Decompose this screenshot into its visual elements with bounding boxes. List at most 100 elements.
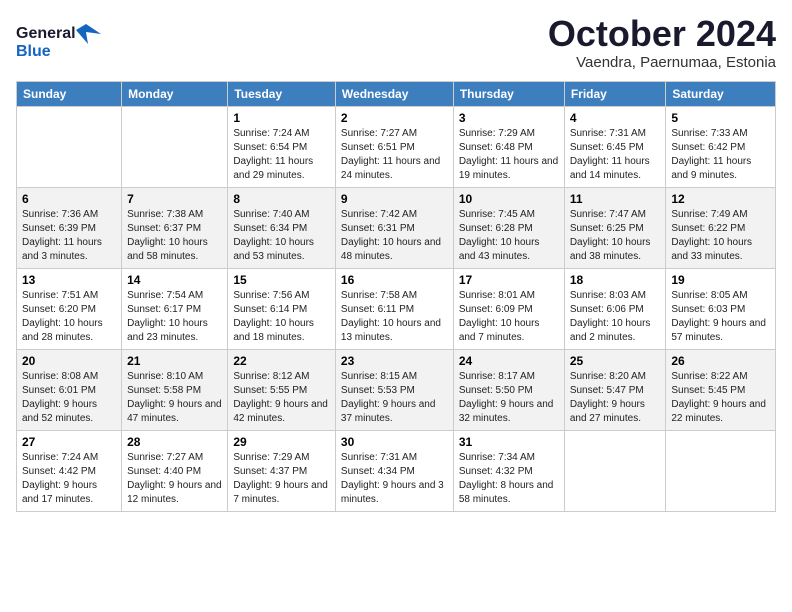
- day-info: Sunrise: 7:45 AMSunset: 6:28 PMDaylight:…: [459, 208, 559, 264]
- day-cell: 17 Sunrise: 8:01 AMSunset: 6:09 PMDayligh…: [453, 269, 564, 350]
- day-number: 23: [341, 354, 448, 368]
- day-info: Sunrise: 8:12 AMSunset: 5:55 PMDaylight:…: [233, 370, 330, 426]
- day-info: Sunrise: 7:49 AMSunset: 6:22 PMDaylight:…: [671, 208, 770, 264]
- header-day-friday: Friday: [564, 82, 666, 107]
- day-cell: 28 Sunrise: 7:27 AMSunset: 4:40 PMDayligh…: [122, 431, 228, 512]
- day-cell: [17, 107, 122, 188]
- day-number: 12: [671, 192, 770, 206]
- month-title: October 2024: [548, 16, 776, 52]
- week-row-5: 27 Sunrise: 7:24 AMSunset: 4:42 PMDayligh…: [17, 431, 776, 512]
- day-info: Sunrise: 7:29 AMSunset: 4:37 PMDaylight:…: [233, 451, 330, 507]
- day-number: 21: [127, 354, 222, 368]
- location-subtitle: Vaendra, Paernumaa, Estonia: [548, 54, 776, 71]
- svg-text:Blue: Blue: [16, 43, 51, 60]
- day-info: Sunrise: 8:15 AMSunset: 5:53 PMDaylight:…: [341, 370, 448, 426]
- day-cell: 31 Sunrise: 7:34 AMSunset: 4:32 PMDayligh…: [453, 431, 564, 512]
- day-info: Sunrise: 7:31 AMSunset: 6:45 PMDaylight:…: [570, 127, 661, 183]
- day-cell: 16Sunrise: 7:58 AMSunset: 6:11 PMDayligh…: [335, 269, 453, 350]
- day-number: 28: [127, 435, 222, 449]
- day-number: 3: [459, 111, 559, 125]
- day-cell: 8Sunrise: 7:40 AMSunset: 6:34 PMDaylight…: [228, 188, 336, 269]
- day-info: Sunrise: 8:03 AMSunset: 6:06 PMDaylight:…: [570, 289, 661, 345]
- day-cell: 7Sunrise: 7:38 AMSunset: 6:37 PMDaylight…: [122, 188, 228, 269]
- day-info: Sunrise: 7:56 AMSunset: 6:14 PMDaylight:…: [233, 289, 330, 345]
- day-cell: 15 Sunrise: 7:56 AMSunset: 6:14 PMDayligh…: [228, 269, 336, 350]
- header-row: SundayMondayTuesdayWednesdayThursdayFrid…: [17, 82, 776, 107]
- day-info: Sunrise: 7:31 AMSunset: 4:34 PMDaylight:…: [341, 451, 448, 507]
- day-info: Sunrise: 7:38 AMSunset: 6:37 PMDaylight:…: [127, 208, 222, 264]
- header-day-tuesday: Tuesday: [228, 82, 336, 107]
- day-number: 17: [459, 273, 559, 287]
- day-cell: 12 Sunrise: 7:49 AMSunset: 6:22 PMDayligh…: [666, 188, 776, 269]
- day-cell: 11Sunrise: 7:47 AMSunset: 6:25 PMDayligh…: [564, 188, 666, 269]
- day-cell: 25 Sunrise: 8:20 AMSunset: 5:47 PMDayligh…: [564, 350, 666, 431]
- day-number: 5: [671, 111, 770, 125]
- day-info: Sunrise: 8:17 AMSunset: 5:50 PMDaylight:…: [459, 370, 559, 426]
- day-cell: 18Sunrise: 8:03 AMSunset: 6:06 PMDayligh…: [564, 269, 666, 350]
- title-area: October 2024 Vaendra, Paernumaa, Estonia: [548, 16, 776, 71]
- day-number: 30: [341, 435, 448, 449]
- day-info: Sunrise: 7:36 AMSunset: 6:39 PMDaylight:…: [22, 208, 116, 264]
- day-cell: 1 Sunrise: 7:24 AMSunset: 6:54 PMDaylight…: [228, 107, 336, 188]
- day-cell: 30 Sunrise: 7:31 AMSunset: 4:34 PMDayligh…: [335, 431, 453, 512]
- day-number: 24: [459, 354, 559, 368]
- day-cell: 9 Sunrise: 7:42 AMSunset: 6:31 PMDaylight…: [335, 188, 453, 269]
- day-cell: 14 Sunrise: 7:54 AMSunset: 6:17 PMDayligh…: [122, 269, 228, 350]
- day-info: Sunrise: 7:42 AMSunset: 6:31 PMDaylight:…: [341, 208, 448, 264]
- day-info: Sunrise: 8:22 AMSunset: 5:45 PMDaylight:…: [671, 370, 770, 426]
- day-cell: 26Sunrise: 8:22 AMSunset: 5:45 PMDayligh…: [666, 350, 776, 431]
- day-number: 2: [341, 111, 448, 125]
- day-number: 1: [233, 111, 330, 125]
- day-cell: 2 Sunrise: 7:27 AMSunset: 6:51 PMDaylight…: [335, 107, 453, 188]
- day-info: Sunrise: 7:29 AMSunset: 6:48 PMDaylight:…: [459, 127, 559, 183]
- day-number: 11: [570, 192, 661, 206]
- day-number: 29: [233, 435, 330, 449]
- day-number: 25: [570, 354, 661, 368]
- calendar-table: SundayMondayTuesdayWednesdayThursdayFrid…: [16, 81, 776, 512]
- day-info: Sunrise: 8:01 AMSunset: 6:09 PMDaylight:…: [459, 289, 559, 345]
- day-number: 31: [459, 435, 559, 449]
- day-number: 27: [22, 435, 116, 449]
- day-cell: 24 Sunrise: 8:17 AMSunset: 5:50 PMDayligh…: [453, 350, 564, 431]
- header-day-sunday: Sunday: [17, 82, 122, 107]
- day-info: Sunrise: 7:54 AMSunset: 6:17 PMDaylight:…: [127, 289, 222, 345]
- day-info: Sunrise: 7:34 AMSunset: 4:32 PMDaylight:…: [459, 451, 559, 507]
- day-number: 15: [233, 273, 330, 287]
- header-day-wednesday: Wednesday: [335, 82, 453, 107]
- day-cell: 6 Sunrise: 7:36 AMSunset: 6:39 PMDaylight…: [17, 188, 122, 269]
- day-info: Sunrise: 8:05 AMSunset: 6:03 PMDaylight:…: [671, 289, 770, 345]
- day-cell: 27 Sunrise: 7:24 AMSunset: 4:42 PMDayligh…: [17, 431, 122, 512]
- day-info: Sunrise: 7:27 AMSunset: 4:40 PMDaylight:…: [127, 451, 222, 507]
- day-info: Sunrise: 7:24 AMSunset: 4:42 PMDaylight:…: [22, 451, 116, 507]
- day-number: 22: [233, 354, 330, 368]
- day-info: Sunrise: 7:24 AMSunset: 6:54 PMDaylight:…: [233, 127, 330, 183]
- day-cell: 29 Sunrise: 7:29 AMSunset: 4:37 PMDayligh…: [228, 431, 336, 512]
- day-info: Sunrise: 8:08 AMSunset: 6:01 PMDaylight:…: [22, 370, 116, 426]
- day-number: 4: [570, 111, 661, 125]
- day-number: 6: [22, 192, 116, 206]
- day-number: 20: [22, 354, 116, 368]
- day-info: Sunrise: 7:40 AMSunset: 6:34 PMDaylight:…: [233, 208, 330, 264]
- day-info: Sunrise: 8:10 AMSunset: 5:58 PMDaylight:…: [127, 370, 222, 426]
- day-cell: 10 Sunrise: 7:45 AMSunset: 6:28 PMDayligh…: [453, 188, 564, 269]
- week-row-1: 1 Sunrise: 7:24 AMSunset: 6:54 PMDaylight…: [17, 107, 776, 188]
- header-day-saturday: Saturday: [666, 82, 776, 107]
- svg-text:General: General: [16, 25, 76, 42]
- day-info: Sunrise: 7:51 AMSunset: 6:20 PMDaylight:…: [22, 289, 116, 345]
- day-info: Sunrise: 7:27 AMSunset: 6:51 PMDaylight:…: [341, 127, 448, 183]
- header-day-monday: Monday: [122, 82, 228, 107]
- day-cell: 3 Sunrise: 7:29 AMSunset: 6:48 PMDaylight…: [453, 107, 564, 188]
- day-cell: 4 Sunrise: 7:31 AMSunset: 6:45 PMDaylight…: [564, 107, 666, 188]
- day-number: 14: [127, 273, 222, 287]
- day-cell: [564, 431, 666, 512]
- day-cell: 19 Sunrise: 8:05 AMSunset: 6:03 PMDayligh…: [666, 269, 776, 350]
- day-info: Sunrise: 8:20 AMSunset: 5:47 PMDaylight:…: [570, 370, 661, 426]
- day-info: Sunrise: 7:58 AMSunset: 6:11 PMDaylight:…: [341, 289, 448, 345]
- day-number: 19: [671, 273, 770, 287]
- week-row-2: 6 Sunrise: 7:36 AMSunset: 6:39 PMDaylight…: [17, 188, 776, 269]
- day-number: 10: [459, 192, 559, 206]
- week-row-3: 13Sunrise: 7:51 AMSunset: 6:20 PMDayligh…: [17, 269, 776, 350]
- day-number: 9: [341, 192, 448, 206]
- day-cell: 13Sunrise: 7:51 AMSunset: 6:20 PMDayligh…: [17, 269, 122, 350]
- day-cell: 5Sunrise: 7:33 AMSunset: 6:42 PMDaylight…: [666, 107, 776, 188]
